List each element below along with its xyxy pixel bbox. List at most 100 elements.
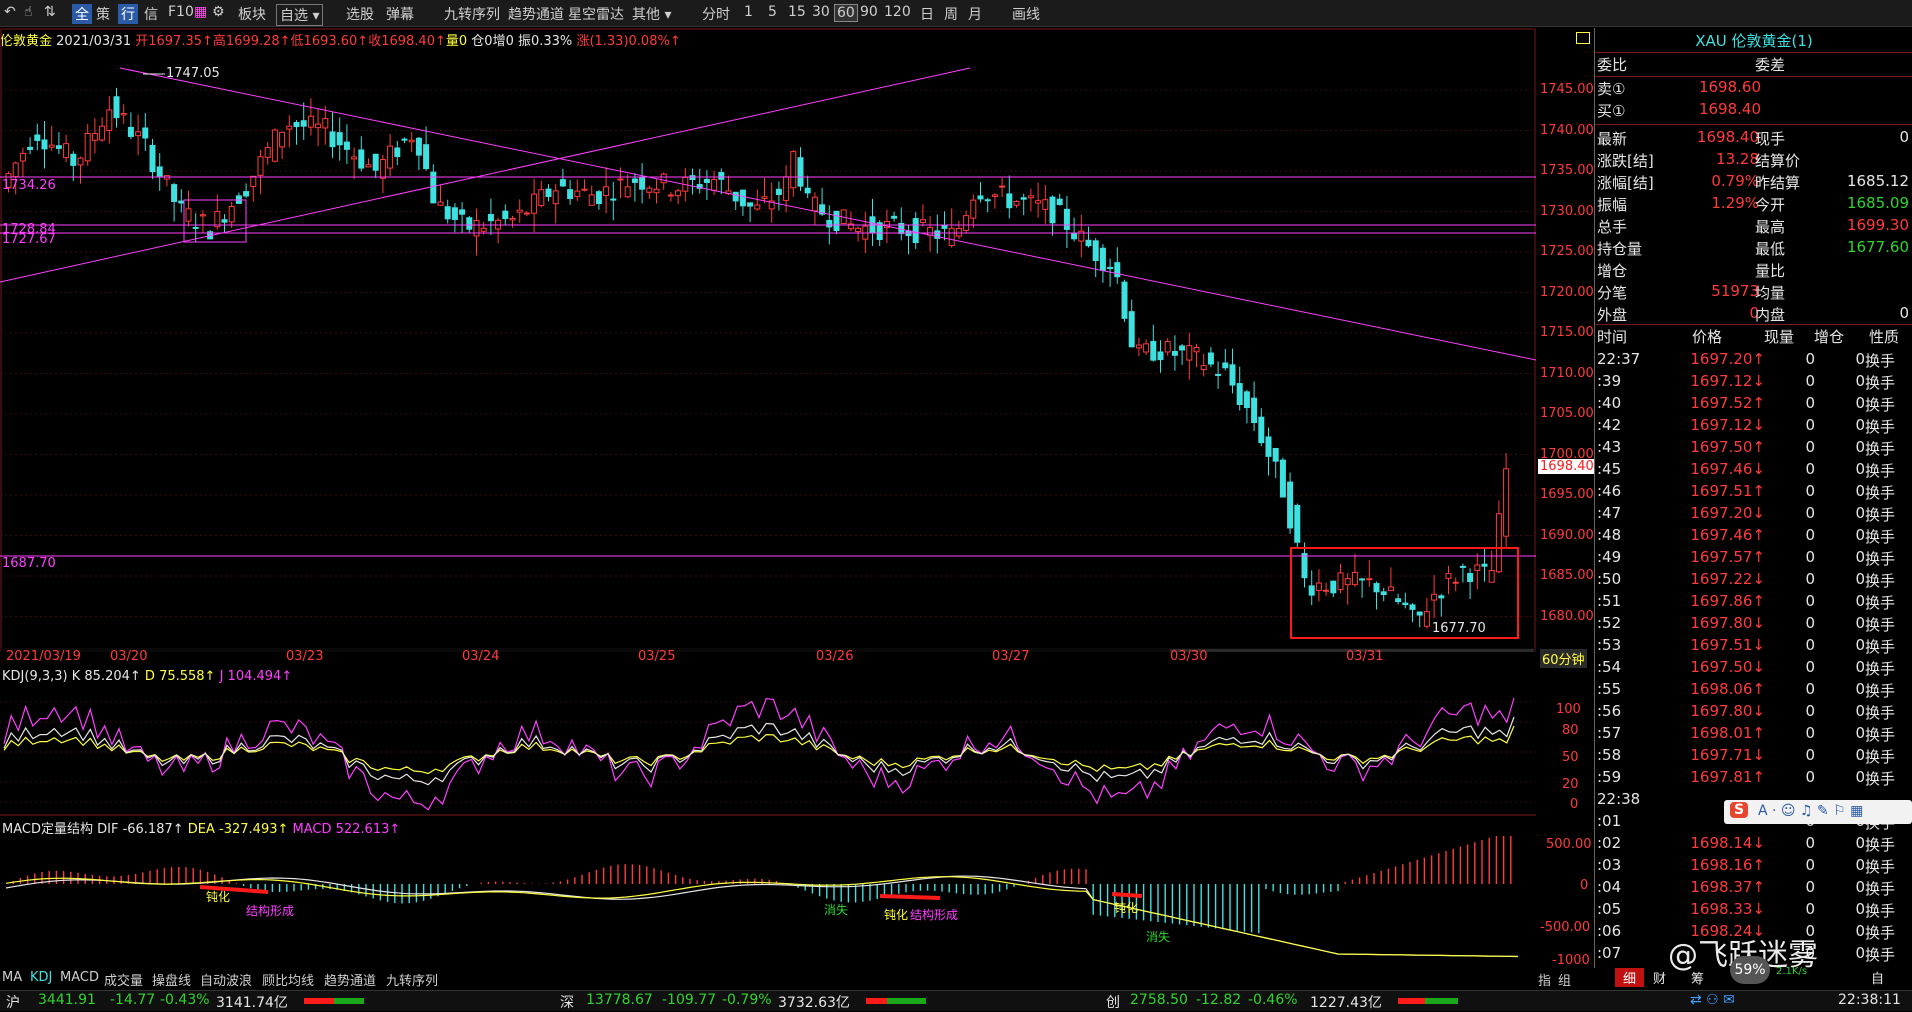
panel-tab-finance[interactable]: 财	[1653, 968, 1666, 987]
tool-trend-channel[interactable]: 趋势通道	[508, 4, 564, 24]
period-60[interactable]: 60	[834, 4, 858, 22]
tab-volume[interactable]: 成交量	[104, 970, 143, 989]
line-label-1728b: 1727.67	[2, 232, 56, 247]
kdj-chart[interactable]	[0, 686, 1536, 816]
toggle-panel-icon[interactable]	[1576, 32, 1590, 44]
tool-other[interactable]: 其他 ▾	[632, 4, 671, 24]
trade-row[interactable]: :45 1697.46↓ 0 0 换手	[1595, 460, 1912, 482]
trade-time: :01	[1597, 812, 1622, 830]
trade-row[interactable]: 22:37 1697.20↑ 0 0 换手	[1595, 350, 1912, 372]
candle-body	[1438, 595, 1445, 599]
tool-nine-turn[interactable]: 九转序列	[444, 4, 500, 24]
back-icon[interactable]: ↶	[4, 4, 16, 20]
tab-trend-channel[interactable]: 趋势通道	[324, 970, 376, 989]
trade-row[interactable]: :56 1697.80↓ 0 0 换手	[1595, 702, 1912, 724]
trade-row[interactable]: :48 1697.46↑ 0 0 换手	[1595, 526, 1912, 548]
candle-body	[1107, 266, 1114, 270]
candle-body	[775, 188, 782, 195]
stat-label: 分笔	[1597, 284, 1628, 302]
trade-row[interactable]: :03 1698.16↑ 0 0 换手	[1595, 856, 1912, 878]
trade-row[interactable]: :51 1697.86↑ 0 0 换手	[1595, 592, 1912, 614]
trade-row[interactable]: :50 1697.22↓ 0 0 换手	[1595, 570, 1912, 592]
trade-oi: 0	[1855, 372, 1865, 390]
trade-row[interactable]: :04 1698.37↑ 0 0 换手	[1595, 878, 1912, 900]
candle-body	[1071, 233, 1078, 240]
trade-row[interactable]: :39 1697.12↓ 0 0 换手	[1595, 372, 1912, 394]
sort-icon[interactable]: ⇅	[44, 4, 56, 20]
tool-stock-pick[interactable]: 选股	[346, 4, 374, 24]
date-label: 03/26	[816, 649, 854, 664]
tool-sector[interactable]: 板块	[238, 4, 266, 24]
tray-icons[interactable]: ⇄ ⚇ ✉	[1690, 992, 1735, 1008]
tab-nine-turn[interactable]: 九转序列	[386, 970, 438, 989]
tool-f10[interactable]: F10	[168, 4, 194, 20]
period-120[interactable]: 120	[884, 4, 911, 20]
trade-row[interactable]: :57 1698.01↑ 0 0 换手	[1595, 724, 1912, 746]
kline-chart[interactable]	[0, 28, 1536, 652]
tool-all[interactable]: 全	[72, 4, 92, 24]
trade-row[interactable]: :53 1697.51↓ 0 0 换手	[1595, 636, 1912, 658]
period-minute[interactable]: 分时	[702, 4, 730, 24]
period-week[interactable]: 周	[944, 4, 958, 24]
period-month[interactable]: 月	[968, 4, 982, 24]
trade-row[interactable]: :59 1697.81↑ 0 0 换手	[1595, 768, 1912, 790]
period-15[interactable]: 15	[788, 4, 806, 20]
tab-group[interactable]: 组	[1558, 970, 1571, 989]
candle-body	[617, 178, 624, 181]
settings-icon[interactable]: ⚙	[212, 4, 225, 20]
trade-price: 1697.51↑	[1690, 482, 1765, 500]
candle-body	[991, 194, 998, 197]
trade-row[interactable]: :42 1697.12↓ 0 0 换手	[1595, 416, 1912, 438]
tab-trade-line[interactable]: 操盘线	[152, 970, 191, 989]
tab-index[interactable]: 指	[1538, 970, 1551, 989]
candle-body	[1323, 589, 1330, 592]
tool-danmaku[interactable]: 弹幕	[386, 4, 414, 24]
period-5[interactable]: 5	[768, 4, 777, 20]
trade-row[interactable]: :46 1697.51↑ 0 0 换手	[1595, 482, 1912, 504]
tab-kdj[interactable]: KDJ	[30, 970, 52, 985]
trade-row[interactable]: :58 1697.71↓ 0 0 换手	[1595, 746, 1912, 768]
period-1[interactable]: 1	[744, 4, 753, 20]
ime-toolbar[interactable]: S A · ☺ ♫ ✎ ⚐ ▦	[1724, 800, 1912, 824]
candle-body	[1236, 383, 1243, 406]
trade-row[interactable]: :43 1697.50↑ 0 0 换手	[1595, 438, 1912, 460]
candle-body	[91, 133, 98, 141]
trade-time: :59	[1597, 768, 1622, 786]
tab-auto-wave[interactable]: 自动波浪	[200, 970, 252, 989]
trade-col-header: 价格	[1691, 328, 1722, 346]
trade-row[interactable]: :47 1697.20↓ 0 0 换手	[1595, 504, 1912, 526]
tool-draw[interactable]: 画线	[1012, 4, 1040, 24]
trade-row[interactable]: :40 1697.52↑ 0 0 换手	[1595, 394, 1912, 416]
watchlist-dropdown[interactable]: 自选 ▾	[276, 4, 324, 26]
trade-row[interactable]: :52 1697.80↓ 0 0 换手	[1595, 614, 1912, 636]
panel-tab-self[interactable]: 自	[1871, 968, 1884, 987]
period-30[interactable]: 30	[812, 4, 830, 20]
macd-chart[interactable]	[0, 836, 1536, 968]
trade-row[interactable]: :49 1697.57↑ 0 0 换手	[1595, 548, 1912, 570]
period-90[interactable]: 90	[860, 4, 878, 20]
cy-label: 创	[1106, 995, 1120, 1011]
tab-ma[interactable]: MA	[2, 970, 22, 985]
tab-guppy[interactable]: 顾比均线	[262, 970, 314, 989]
trade-nature: 换手	[1865, 902, 1896, 920]
tool-star-radar[interactable]: 星空雷达	[568, 4, 624, 24]
trade-row[interactable]: :05 1698.33↓ 0 0 换手	[1595, 900, 1912, 922]
period-label[interactable]: 60分钟	[1540, 649, 1587, 668]
tab-macd[interactable]: MACD	[60, 970, 99, 985]
candle-body	[502, 210, 509, 220]
trade-row[interactable]: :54 1697.50↓ 0 0 换手	[1595, 658, 1912, 680]
candle-body	[1366, 578, 1373, 581]
trade-row[interactable]: :02 1698.14↓ 0 0 换手	[1595, 834, 1912, 856]
panel-tab-detail[interactable]: 细	[1615, 968, 1645, 987]
trade-time: :43	[1597, 438, 1622, 456]
tool-info[interactable]: 信	[144, 4, 158, 24]
tool-strategy[interactable]: 策	[96, 4, 110, 24]
grid-icon[interactable]: ▦	[194, 4, 207, 20]
tool-quote[interactable]: 行	[118, 4, 138, 24]
hand-icon[interactable]: ☝	[24, 4, 33, 20]
candle-body	[221, 219, 228, 223]
candle-body	[487, 214, 494, 222]
trade-row[interactable]: :55 1698.06↑ 0 0 换手	[1595, 680, 1912, 702]
period-day[interactable]: 日	[920, 4, 934, 24]
trade-price: 1697.80↓	[1690, 614, 1765, 632]
